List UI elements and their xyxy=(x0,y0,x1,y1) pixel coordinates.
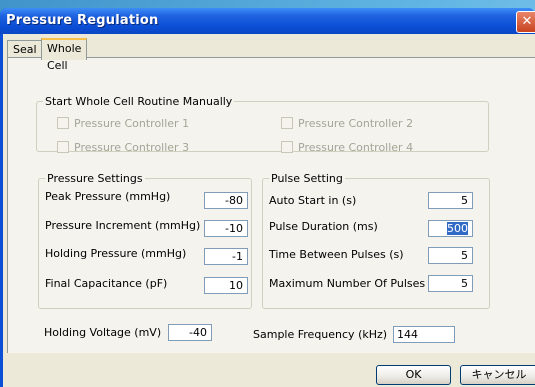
auto-start-input[interactable]: 5 xyxy=(428,192,473,209)
controller-2-label: Pressure Controller 2 xyxy=(298,117,414,130)
close-button[interactable]: ✕ xyxy=(516,11,535,33)
controller-3-checkbox[interactable]: Pressure Controller 3 xyxy=(57,141,189,154)
max-pulses-input[interactable]: 5 xyxy=(428,275,473,292)
pulse-setting-legend: Pulse Setting xyxy=(271,172,343,185)
pressure-increment-input[interactable]: -10 xyxy=(204,220,248,237)
checkbox-icon xyxy=(281,117,293,129)
tab-seal[interactable]: Seal xyxy=(7,40,43,58)
ok-button[interactable]: OK xyxy=(376,365,451,385)
checkbox-icon xyxy=(57,117,69,129)
checkbox-icon xyxy=(281,141,293,153)
holding-voltage-label: Holding Voltage (mV) xyxy=(44,326,162,339)
peak-pressure-label: Peak Pressure (mmHg) xyxy=(45,190,171,203)
controller-4-checkbox[interactable]: Pressure Controller 4 xyxy=(281,141,413,154)
holding-pressure-input[interactable]: -1 xyxy=(204,248,248,265)
holding-voltage-input[interactable]: -40 xyxy=(168,324,212,341)
time-between-pulses-label: Time Between Pulses (s) xyxy=(269,248,404,261)
controller-1-checkbox[interactable]: Pressure Controller 1 xyxy=(57,117,189,130)
pressure-increment-label: Pressure Increment (mmHg) xyxy=(45,219,201,232)
final-capacitance-input[interactable]: 10 xyxy=(204,277,248,294)
close-icon: ✕ xyxy=(521,14,533,29)
cancel-button[interactable]: キャンセル xyxy=(460,365,535,385)
pulse-duration-input[interactable]: 500 xyxy=(428,220,473,237)
peak-pressure-input[interactable]: -80 xyxy=(204,192,248,209)
auto-start-label: Auto Start in (s) xyxy=(269,194,357,207)
sample-frequency-input[interactable]: 144 xyxy=(393,326,455,343)
controller-2-checkbox[interactable]: Pressure Controller 2 xyxy=(281,117,413,130)
button-bar: OK キャンセル xyxy=(3,353,535,387)
pressure-settings-legend: Pressure Settings xyxy=(47,172,143,185)
pulse-duration-value: 500 xyxy=(447,222,468,235)
manual-start-legend: Start Whole Cell Routine Manually xyxy=(45,95,233,108)
time-between-pulses-input[interactable]: 5 xyxy=(428,247,473,264)
max-pulses-label: Maximum Number Of Pulses xyxy=(269,277,426,290)
whole-cell-panel: Start Whole Cell Routine Manually Pressu… xyxy=(7,57,535,355)
controller-4-label: Pressure Controller 4 xyxy=(298,141,414,154)
sample-frequency-label: Sample Frequency (kHz) xyxy=(253,328,388,341)
holding-pressure-label: Holding Pressure (mmHg) xyxy=(45,247,187,260)
title-bar[interactable]: Pressure Regulation ✕ xyxy=(0,8,535,34)
controller-3-label: Pressure Controller 3 xyxy=(74,141,190,154)
dialog-window: Pressure Regulation ✕ Seal Whole Cell St… xyxy=(0,8,535,387)
dialog-client: Seal Whole Cell Start Whole Cell Routine… xyxy=(3,34,535,387)
pulse-duration-label: Pulse Duration (ms) xyxy=(269,220,378,233)
controller-1-label: Pressure Controller 1 xyxy=(74,117,190,130)
tab-whole-cell[interactable]: Whole Cell xyxy=(41,38,88,72)
checkbox-icon xyxy=(57,141,69,153)
final-capacitance-label: Final Capacitance (pF) xyxy=(45,277,168,290)
window-title: Pressure Regulation xyxy=(6,13,159,28)
